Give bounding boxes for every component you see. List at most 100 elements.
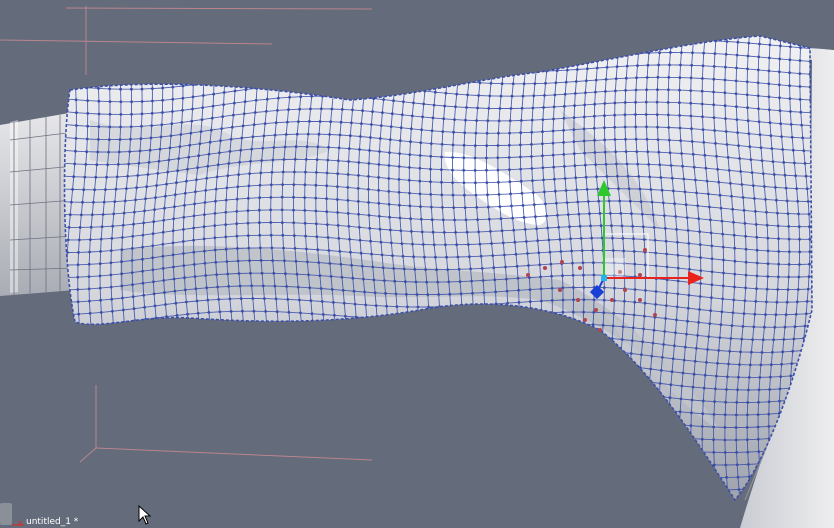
mesh-vertex[interactable] xyxy=(461,341,464,344)
mesh-vertex[interactable] xyxy=(701,463,705,466)
mesh-vertex[interactable] xyxy=(519,483,522,487)
mesh-vertex[interactable] xyxy=(715,154,718,158)
mesh-vertex[interactable] xyxy=(681,38,684,42)
mesh-vertex[interactable] xyxy=(203,201,207,204)
mesh-vertex[interactable] xyxy=(168,474,171,478)
mesh-vertex[interactable] xyxy=(367,201,370,204)
mesh-vertex[interactable] xyxy=(473,472,477,475)
mesh-vertex[interactable] xyxy=(294,145,298,149)
mesh-vertex[interactable] xyxy=(241,124,245,128)
mesh-vertex[interactable] xyxy=(593,139,596,142)
mesh-vertex[interactable] xyxy=(693,26,696,29)
mesh-vertex[interactable] xyxy=(725,476,728,479)
mesh-vertex[interactable] xyxy=(280,195,284,199)
mesh-vertex[interactable] xyxy=(635,482,638,486)
mesh-vertex[interactable] xyxy=(459,377,462,380)
mesh-vertex[interactable] xyxy=(338,133,342,137)
mesh-vertex[interactable] xyxy=(272,146,276,149)
mesh-vertex[interactable] xyxy=(445,255,448,259)
mesh-vertex[interactable] xyxy=(592,451,596,455)
mesh-vertex[interactable] xyxy=(317,261,321,264)
mesh-vertex[interactable] xyxy=(231,335,235,338)
mesh-vertex[interactable] xyxy=(746,106,749,110)
mesh-vertex[interactable] xyxy=(118,62,121,66)
mesh-vertex[interactable] xyxy=(335,352,338,356)
mesh-vertex[interactable] xyxy=(645,76,649,79)
mesh-vertex[interactable] xyxy=(714,142,717,145)
mesh-vertex[interactable] xyxy=(571,310,575,314)
mesh-vertex[interactable] xyxy=(541,497,545,500)
mesh-vertex[interactable] xyxy=(583,475,586,479)
mesh-vertex[interactable] xyxy=(223,67,227,70)
mesh-vertex[interactable] xyxy=(149,463,153,467)
mesh-vertex[interactable] xyxy=(412,428,416,432)
mesh-vertex[interactable] xyxy=(109,285,113,289)
mesh-vertex[interactable] xyxy=(486,447,489,450)
mesh-vertex[interactable] xyxy=(541,484,544,488)
mesh-vertex[interactable] xyxy=(699,256,702,259)
mesh-vertex[interactable] xyxy=(157,487,160,491)
mesh-vertex[interactable] xyxy=(603,114,606,117)
mesh-vertex[interactable] xyxy=(111,224,115,228)
mesh-vertex[interactable] xyxy=(186,167,189,171)
mesh-vertex[interactable] xyxy=(543,409,547,413)
mesh-vertex[interactable] xyxy=(604,78,608,81)
mesh-vertex[interactable] xyxy=(453,118,456,121)
mesh-vertex[interactable] xyxy=(70,374,74,378)
mesh-vertex[interactable] xyxy=(479,399,482,403)
mesh-vertex[interactable] xyxy=(503,57,506,61)
mesh-vertex[interactable] xyxy=(623,113,627,117)
mesh-vertex[interactable] xyxy=(73,162,77,166)
mesh-vertex[interactable] xyxy=(713,476,717,479)
mesh-vertex[interactable] xyxy=(73,410,77,414)
mesh-vertex[interactable] xyxy=(366,354,370,358)
mesh-vertex[interactable] xyxy=(595,400,599,403)
mesh-vertex[interactable] xyxy=(587,55,590,59)
mesh-vertex[interactable] xyxy=(744,247,748,251)
mesh-vertex[interactable] xyxy=(392,430,396,433)
mesh-vertex[interactable] xyxy=(154,196,157,200)
mesh-vertex[interactable] xyxy=(292,183,296,187)
mesh-vertex[interactable] xyxy=(389,125,393,128)
mesh-vertex[interactable] xyxy=(82,188,86,192)
mesh-vertex[interactable] xyxy=(458,280,462,283)
mesh-vertex[interactable] xyxy=(481,375,485,379)
mesh-vertex[interactable] xyxy=(158,352,162,356)
mesh-vertex[interactable] xyxy=(740,337,744,341)
mesh-vertex[interactable] xyxy=(74,459,78,462)
mesh-vertex[interactable] xyxy=(367,213,371,217)
mesh-vertex[interactable] xyxy=(267,374,271,377)
mesh-vertex[interactable] xyxy=(625,162,629,166)
mesh-vertex[interactable] xyxy=(320,442,324,446)
mesh-vertex[interactable] xyxy=(778,96,781,100)
mesh-vertex[interactable] xyxy=(549,33,552,36)
mesh-vertex[interactable] xyxy=(593,438,596,442)
mesh-vertex[interactable] xyxy=(705,179,709,183)
mesh-vertex[interactable] xyxy=(696,334,699,337)
mesh-vertex[interactable] xyxy=(228,297,232,301)
mesh-vertex[interactable] xyxy=(380,455,384,458)
mesh-vertex[interactable] xyxy=(654,264,658,268)
mesh-vertex[interactable] xyxy=(61,400,64,403)
mesh-vertex[interactable] xyxy=(414,75,418,79)
mesh-vertex[interactable] xyxy=(765,210,768,214)
mesh-vertex[interactable] xyxy=(678,114,681,117)
mesh-vertex[interactable] xyxy=(403,87,406,91)
mesh-vertex[interactable] xyxy=(593,114,596,118)
mesh-vertex[interactable] xyxy=(88,250,91,254)
mesh-vertex[interactable] xyxy=(519,167,523,171)
mesh-vertex[interactable] xyxy=(654,251,658,255)
mesh-vertex[interactable] xyxy=(346,212,350,215)
mesh-vertex[interactable] xyxy=(119,454,122,458)
mesh-vertex[interactable] xyxy=(434,415,438,418)
mesh-vertex[interactable] xyxy=(175,499,179,503)
mesh-vertex[interactable] xyxy=(324,377,328,381)
mesh-vertex[interactable] xyxy=(214,260,218,264)
mesh-vertex[interactable] xyxy=(666,101,670,104)
mesh-vertex[interactable] xyxy=(387,491,391,494)
mesh-vertex[interactable] xyxy=(218,310,222,314)
mesh-vertex[interactable] xyxy=(747,388,750,392)
mesh-vertex[interactable] xyxy=(98,286,102,290)
mesh-vertex[interactable] xyxy=(680,51,683,54)
mesh-vertex[interactable] xyxy=(323,403,327,407)
